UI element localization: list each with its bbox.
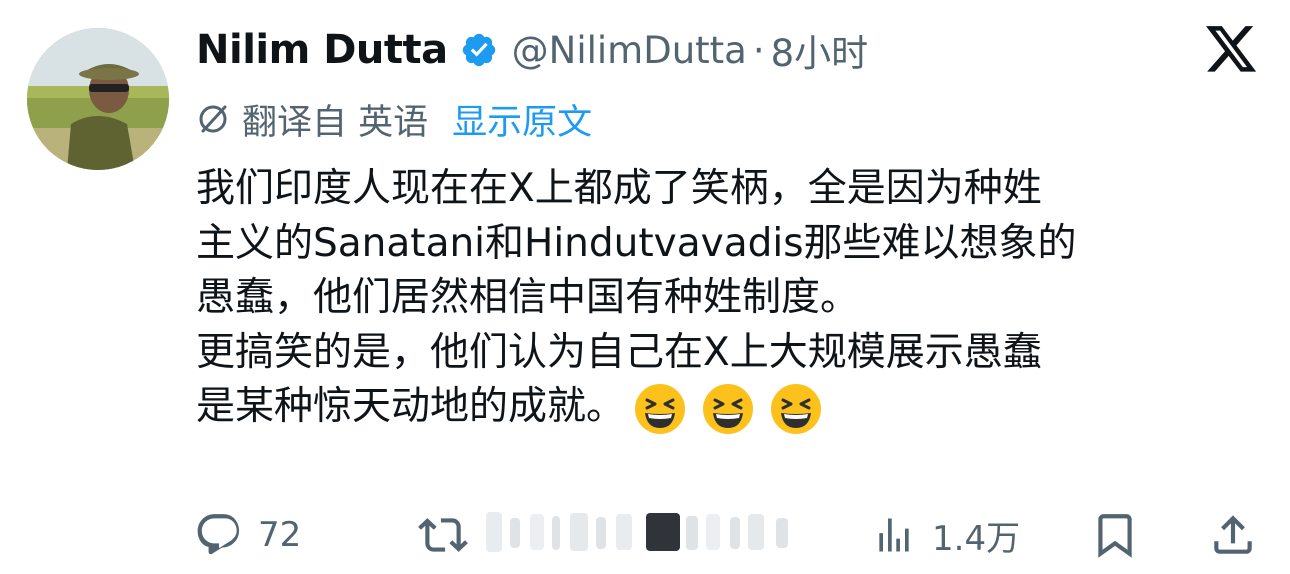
post-text: 我们印度人现在在X上都成了笑柄，全是因为种姓 主义的Sanatani和Hindu…: [196, 162, 1256, 436]
post-line: 我们印度人现在在X上都成了笑柄，全是因为种姓: [196, 166, 1042, 211]
post-line: 主义的Sanatani和Hindutvavadis那些难以想象的: [196, 220, 1077, 266]
user-display-name[interactable]: Nilim Dutta: [196, 27, 448, 73]
action-bar: 72 1.4万: [0, 500, 1290, 570]
repost-icon: [414, 510, 472, 560]
post-line: 更搞笑的是，他们认为自己在X上大规模展示愚蠢: [196, 329, 1042, 375]
grinning-squinting-face-emoji: [635, 383, 686, 434]
post-timestamp[interactable]: 8小时: [771, 23, 869, 77]
repost-button[interactable]: [414, 500, 472, 570]
user-handle[interactable]: @NilimDutta: [512, 29, 747, 72]
post-line: 愚蠢，他们居然相信中国有种姓制度。: [196, 275, 860, 320]
share-icon: [1208, 510, 1258, 560]
reply-count: 72: [258, 515, 302, 555]
avatar[interactable]: [27, 28, 169, 170]
reply-icon: [194, 510, 244, 560]
reply-button[interactable]: 72: [194, 500, 301, 570]
translation-label: 翻译自 英语: [242, 102, 429, 143]
translation-row: 翻译自 英语 显示原文: [196, 94, 592, 145]
grinning-squinting-face-emoji: [771, 383, 822, 434]
post-line-with-emoji: 是某种惊天动地的成就。: [196, 380, 1256, 436]
obscured-like-region: [486, 512, 806, 552]
translate-icon: [196, 102, 230, 136]
x-logo-icon: [1206, 26, 1258, 74]
header-separator: ·: [752, 28, 765, 72]
share-button[interactable]: [1208, 500, 1258, 570]
bookmark-icon: [1090, 510, 1140, 560]
emoji-row: [633, 382, 837, 436]
show-original-link[interactable]: 显示原文: [452, 94, 592, 145]
post-header: Nilim Dutta @NilimDutta · 8小时: [196, 20, 868, 80]
verified-badge-icon[interactable]: [460, 31, 498, 69]
post-line: 是某种惊天动地的成就。: [196, 384, 626, 429]
views-icon: [872, 510, 916, 560]
views-count: 1.4万: [932, 518, 1021, 559]
grinning-squinting-face-emoji: [703, 383, 754, 434]
avatar-image: [27, 28, 169, 170]
views-button[interactable]: 1.4万: [872, 500, 1020, 570]
bookmark-button[interactable]: [1090, 500, 1140, 570]
